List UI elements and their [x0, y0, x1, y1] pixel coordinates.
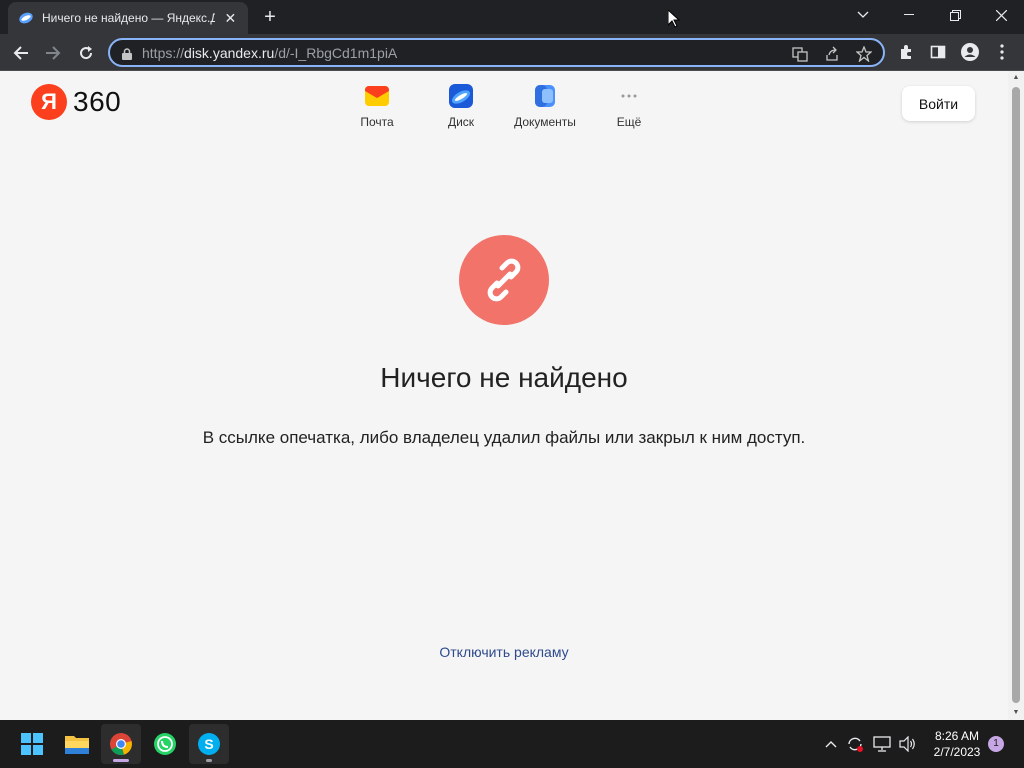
- yandex-disk-favicon-icon: [18, 10, 34, 26]
- disk-icon: [448, 83, 474, 109]
- url-text: https://disk.yandex.ru/d/-I_RbgCd1m1piA: [142, 44, 398, 61]
- whatsapp-icon[interactable]: [145, 724, 185, 764]
- service-more[interactable]: Ещё: [584, 83, 674, 129]
- more-icon: [616, 83, 642, 109]
- logo-360-text: 360: [73, 86, 122, 117]
- service-documents[interactable]: Документы: [500, 83, 590, 129]
- file-explorer-icon[interactable]: [57, 724, 97, 764]
- address-bar[interactable]: https://disk.yandex.ru/d/-I_RbgCd1m1piA: [108, 38, 885, 67]
- clock-date: 2/7/2023: [933, 745, 981, 759]
- close-window-button[interactable]: [978, 0, 1024, 30]
- service-mail[interactable]: Почта: [332, 83, 422, 129]
- tray-overflow-chevron-icon[interactable]: [821, 734, 841, 754]
- system-clock[interactable]: 8:26 AM 2/7/2023: [924, 728, 990, 760]
- volume-icon[interactable]: [898, 734, 918, 754]
- restore-button[interactable]: [932, 0, 978, 30]
- running-indicator: [206, 759, 212, 762]
- start-button[interactable]: [12, 724, 52, 764]
- active-indicator: [113, 759, 129, 762]
- browser-titlebar: Ничего не найдено — Яндекс.Д ✕ +: [0, 0, 1024, 34]
- mouse-cursor-icon: [667, 8, 681, 33]
- network-icon[interactable]: [872, 734, 892, 754]
- share-icon[interactable]: [822, 44, 842, 64]
- lock-icon[interactable]: [122, 47, 132, 60]
- error-message: В ссылке опечатка, либо владелец удалил …: [202, 428, 806, 447]
- chrome-icon[interactable]: [101, 724, 141, 764]
- broken-link-icon: [459, 235, 549, 325]
- scroll-thumb[interactable]: [1012, 87, 1020, 703]
- back-button[interactable]: [8, 40, 34, 66]
- svg-text:S: S: [204, 736, 213, 752]
- reload-button[interactable]: [73, 40, 99, 66]
- forward-button[interactable]: [40, 40, 66, 66]
- service-disk[interactable]: Диск: [416, 83, 506, 129]
- bookmark-star-icon[interactable]: [854, 44, 874, 64]
- disable-ads-link[interactable]: Отключить рекламу: [0, 644, 1008, 660]
- extensions-icon[interactable]: [896, 42, 916, 62]
- scroll-up-icon[interactable]: ▲: [1008, 71, 1024, 85]
- side-panel-icon[interactable]: [928, 42, 948, 62]
- menu-kebab-icon[interactable]: [992, 42, 1012, 62]
- browser-toolbar: https://disk.yandex.ru/d/-I_RbgCd1m1piA: [0, 34, 1024, 71]
- translate-icon[interactable]: [790, 44, 810, 64]
- mail-icon: [364, 83, 390, 109]
- error-title: Ничего не найдено: [380, 362, 628, 393]
- yandex-360-logo[interactable]: Я 360: [31, 84, 121, 120]
- sync-icon[interactable]: [845, 734, 865, 754]
- documents-icon: [532, 83, 558, 109]
- scroll-down-icon[interactable]: ▼: [1008, 706, 1024, 720]
- new-tab-button[interactable]: +: [258, 5, 282, 29]
- browser-tab[interactable]: Ничего не найдено — Яндекс.Д ✕: [8, 2, 248, 34]
- skype-icon[interactable]: S: [189, 724, 229, 764]
- tab-search-icon[interactable]: [840, 0, 886, 30]
- tab-title: Ничего не найдено — Яндекс.Д: [42, 11, 215, 25]
- tab-close-icon[interactable]: ✕: [223, 10, 238, 27]
- profile-icon[interactable]: [960, 42, 980, 62]
- page-scrollbar[interactable]: ▲ ▼: [1008, 71, 1024, 720]
- login-button[interactable]: Войти: [902, 86, 975, 121]
- clock-time: 8:26 AM: [934, 729, 980, 743]
- page-content: Я 360 Почта Диск Документы Ещё Войти Нич…: [0, 71, 1008, 720]
- windows-taskbar: S 8:26 AM 2/7/2023 1: [0, 720, 1024, 768]
- minimize-button[interactable]: [886, 0, 932, 30]
- yandex-logo-icon: Я: [31, 84, 67, 120]
- notification-badge[interactable]: 1: [988, 736, 1004, 752]
